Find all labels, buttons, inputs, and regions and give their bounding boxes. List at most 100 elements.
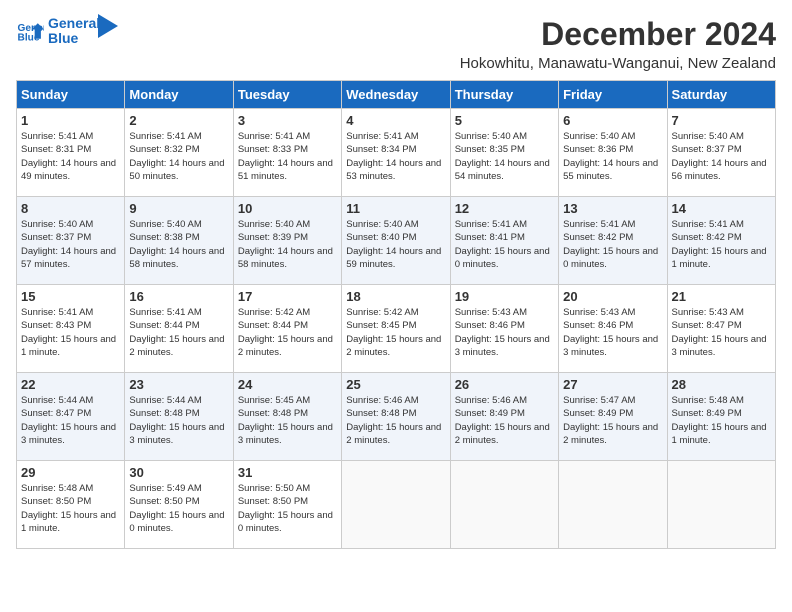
day-info: Sunrise: 5:41 AMSunset: 8:41 PMDaylight:… [455,218,554,271]
calendar-day-cell: 20 Sunrise: 5:43 AMSunset: 8:46 PMDayligh… [559,285,667,373]
day-info: Sunrise: 5:50 AMSunset: 8:50 PMDaylight:… [238,482,337,535]
day-number: 20 [563,289,662,304]
calendar-day-cell: 3 Sunrise: 5:41 AMSunset: 8:33 PMDaylight… [233,109,341,197]
calendar-day-cell: 15 Sunrise: 5:41 AMSunset: 8:43 PMDayligh… [17,285,125,373]
day-info: Sunrise: 5:46 AMSunset: 8:49 PMDaylight:… [455,394,554,447]
day-info: Sunrise: 5:41 AMSunset: 8:32 PMDaylight:… [129,130,228,183]
calendar-day-cell: 14 Sunrise: 5:41 AMSunset: 8:42 PMDayligh… [667,197,775,285]
day-info: Sunrise: 5:40 AMSunset: 8:36 PMDaylight:… [563,130,662,183]
day-number: 31 [238,465,337,480]
day-number: 1 [21,113,120,128]
calendar-day-cell: 26 Sunrise: 5:46 AMSunset: 8:49 PMDayligh… [450,373,558,461]
day-number: 14 [672,201,771,216]
weekday-header: Friday [559,81,667,109]
day-number: 26 [455,377,554,392]
day-info: Sunrise: 5:41 AMSunset: 8:44 PMDaylight:… [129,306,228,359]
calendar-day-cell: 28 Sunrise: 5:48 AMSunset: 8:49 PMDayligh… [667,373,775,461]
calendar-day-cell: 24 Sunrise: 5:45 AMSunset: 8:48 PMDayligh… [233,373,341,461]
calendar-day-cell: 23 Sunrise: 5:44 AMSunset: 8:48 PMDayligh… [125,373,233,461]
day-number: 10 [238,201,337,216]
calendar-week-row: 29Sunrise: 5:48 AMSunset: 8:50 PMDayligh… [17,461,776,549]
calendar-day-cell: 10 Sunrise: 5:40 AMSunset: 8:39 PMDayligh… [233,197,341,285]
calendar-day-cell [559,461,667,549]
calendar-day-cell: 8 Sunrise: 5:40 AMSunset: 8:37 PMDaylight… [17,197,125,285]
day-number: 6 [563,113,662,128]
day-number: 13 [563,201,662,216]
calendar-week-row: 15 Sunrise: 5:41 AMSunset: 8:43 PMDayligh… [17,285,776,373]
calendar-day-cell: 18Sunrise: 5:42 AMSunset: 8:45 PMDayligh… [342,285,450,373]
calendar-day-cell: 16 Sunrise: 5:41 AMSunset: 8:44 PMDayligh… [125,285,233,373]
calendar-day-cell: 7 Sunrise: 5:40 AMSunset: 8:37 PMDaylight… [667,109,775,197]
day-info: Sunrise: 5:40 AMSunset: 8:37 PMDaylight:… [21,218,120,271]
calendar-day-cell: 29Sunrise: 5:48 AMSunset: 8:50 PMDayligh… [17,461,125,549]
calendar-week-row: 22 Sunrise: 5:44 AMSunset: 8:47 PMDayligh… [17,373,776,461]
logo-general: General [48,16,100,31]
calendar-day-cell: 2 Sunrise: 5:41 AMSunset: 8:32 PMDaylight… [125,109,233,197]
day-info: Sunrise: 5:41 AMSunset: 8:42 PMDaylight:… [563,218,662,271]
calendar-day-cell: 25 Sunrise: 5:46 AMSunset: 8:48 PMDayligh… [342,373,450,461]
day-info: Sunrise: 5:43 AMSunset: 8:47 PMDaylight:… [672,306,771,359]
location-title: Hokowhitu, Manawatu-Wanganui, New Zealan… [460,55,776,72]
day-info: Sunrise: 5:40 AMSunset: 8:37 PMDaylight:… [672,130,771,183]
day-info: Sunrise: 5:40 AMSunset: 8:38 PMDaylight:… [129,218,228,271]
day-number: 27 [563,377,662,392]
day-info: Sunrise: 5:44 AMSunset: 8:47 PMDaylight:… [21,394,120,447]
day-number: 23 [129,377,228,392]
day-number: 28 [672,377,771,392]
day-info: Sunrise: 5:44 AMSunset: 8:48 PMDaylight:… [129,394,228,447]
day-info: Sunrise: 5:43 AMSunset: 8:46 PMDaylight:… [563,306,662,359]
weekday-header: Thursday [450,81,558,109]
weekday-header: Monday [125,81,233,109]
day-number: 30 [129,465,228,480]
calendar-day-cell: 21Sunrise: 5:43 AMSunset: 8:47 PMDayligh… [667,285,775,373]
day-info: Sunrise: 5:43 AMSunset: 8:46 PMDaylight:… [455,306,554,359]
day-number: 3 [238,113,337,128]
weekday-header: Saturday [667,81,775,109]
day-number: 25 [346,377,445,392]
day-number: 15 [21,289,120,304]
day-number: 16 [129,289,228,304]
day-number: 12 [455,201,554,216]
calendar-day-cell: 9Sunrise: 5:40 AMSunset: 8:38 PMDaylight… [125,197,233,285]
day-number: 4 [346,113,445,128]
day-info: Sunrise: 5:47 AMSunset: 8:49 PMDaylight:… [563,394,662,447]
day-number: 11 [346,201,445,216]
day-number: 22 [21,377,120,392]
logo-icon: General Blue [16,17,44,45]
day-info: Sunrise: 5:48 AMSunset: 8:49 PMDaylight:… [672,394,771,447]
calendar-day-cell: 17Sunrise: 5:42 AMSunset: 8:44 PMDayligh… [233,285,341,373]
day-number: 7 [672,113,771,128]
day-info: Sunrise: 5:40 AMSunset: 8:39 PMDaylight:… [238,218,337,271]
logo: General Blue General Blue [16,16,118,47]
day-info: Sunrise: 5:46 AMSunset: 8:48 PMDaylight:… [346,394,445,447]
calendar-day-cell: 6 Sunrise: 5:40 AMSunset: 8:36 PMDaylight… [559,109,667,197]
calendar-day-cell: 13 Sunrise: 5:41 AMSunset: 8:42 PMDayligh… [559,197,667,285]
calendar-day-cell [342,461,450,549]
calendar-header-row: SundayMondayTuesdayWednesdayThursdayFrid… [17,81,776,109]
weekday-header: Sunday [17,81,125,109]
day-number: 29 [21,465,120,480]
day-info: Sunrise: 5:41 AMSunset: 8:34 PMDaylight:… [346,130,445,183]
day-number: 2 [129,113,228,128]
calendar-week-row: 8 Sunrise: 5:40 AMSunset: 8:37 PMDaylight… [17,197,776,285]
calendar-day-cell: 30 Sunrise: 5:49 AMSunset: 8:50 PMDayligh… [125,461,233,549]
calendar-day-cell: 22 Sunrise: 5:44 AMSunset: 8:47 PMDayligh… [17,373,125,461]
weekday-header: Wednesday [342,81,450,109]
day-info: Sunrise: 5:41 AMSunset: 8:43 PMDaylight:… [21,306,120,359]
weekday-header: Tuesday [233,81,341,109]
day-number: 24 [238,377,337,392]
day-info: Sunrise: 5:49 AMSunset: 8:50 PMDaylight:… [129,482,228,535]
day-info: Sunrise: 5:41 AMSunset: 8:42 PMDaylight:… [672,218,771,271]
calendar-week-row: 1 Sunrise: 5:41 AMSunset: 8:31 PMDaylight… [17,109,776,197]
calendar-day-cell: 5Sunrise: 5:40 AMSunset: 8:35 PMDaylight… [450,109,558,197]
calendar-day-cell: 19Sunrise: 5:43 AMSunset: 8:46 PMDayligh… [450,285,558,373]
day-info: Sunrise: 5:45 AMSunset: 8:48 PMDaylight:… [238,394,337,447]
day-info: Sunrise: 5:42 AMSunset: 8:45 PMDaylight:… [346,306,445,359]
calendar-day-cell: 31 Sunrise: 5:50 AMSunset: 8:50 PMDayligh… [233,461,341,549]
day-number: 8 [21,201,120,216]
day-info: Sunrise: 5:41 AMSunset: 8:31 PMDaylight:… [21,130,120,183]
day-info: Sunrise: 5:41 AMSunset: 8:33 PMDaylight:… [238,130,337,183]
calendar-day-cell: 4 Sunrise: 5:41 AMSunset: 8:34 PMDaylight… [342,109,450,197]
calendar-day-cell [667,461,775,549]
day-number: 17 [238,289,337,304]
